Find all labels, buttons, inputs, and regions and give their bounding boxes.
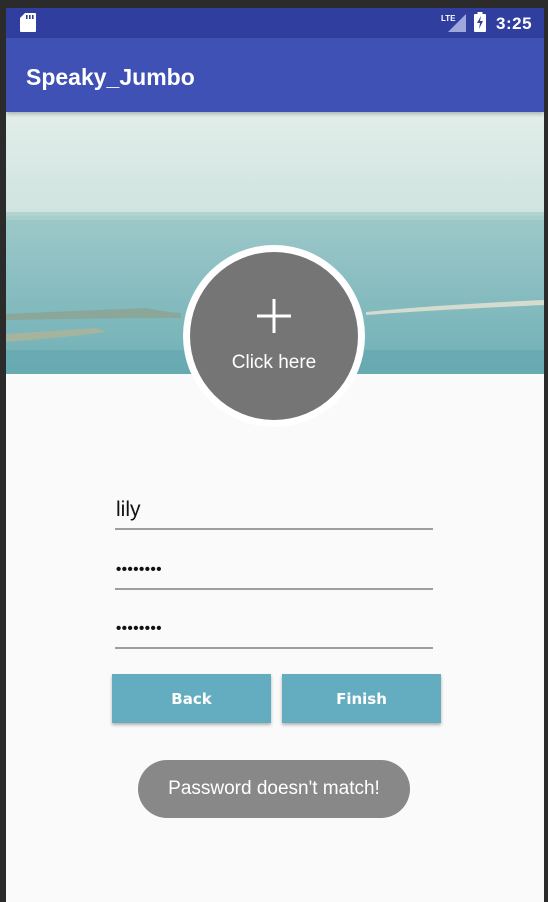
lte-signal-icon: LTE xyxy=(440,12,466,37)
error-toast: Password doesn't match! xyxy=(138,760,410,818)
password-field[interactable]: •••••••• xyxy=(115,552,433,590)
status-bar: LTE 3:25 xyxy=(6,8,544,38)
svg-text:LTE: LTE xyxy=(441,14,456,23)
plus-icon xyxy=(256,298,292,339)
battery-charging-icon xyxy=(474,12,486,37)
status-time: 3:25 xyxy=(496,14,533,33)
password-mask: •••••••• xyxy=(116,561,163,578)
add-photo-button[interactable]: Click here xyxy=(190,252,358,420)
add-photo-label: Click here xyxy=(231,352,317,373)
finish-button[interactable]: Finish xyxy=(282,674,441,723)
phone-screen: LTE 3:25 Speaky_Jumbo Click here lily ••… xyxy=(6,8,544,902)
confirm-password-mask: •••••••• xyxy=(116,620,163,637)
app-bar: Speaky_Jumbo xyxy=(6,38,544,112)
sd-card-icon xyxy=(20,13,36,37)
confirm-password-field[interactable]: •••••••• xyxy=(115,611,433,649)
app-title: Speaky_Jumbo xyxy=(26,64,195,90)
username-field[interactable] xyxy=(115,492,433,530)
back-button[interactable]: Back xyxy=(112,674,271,723)
